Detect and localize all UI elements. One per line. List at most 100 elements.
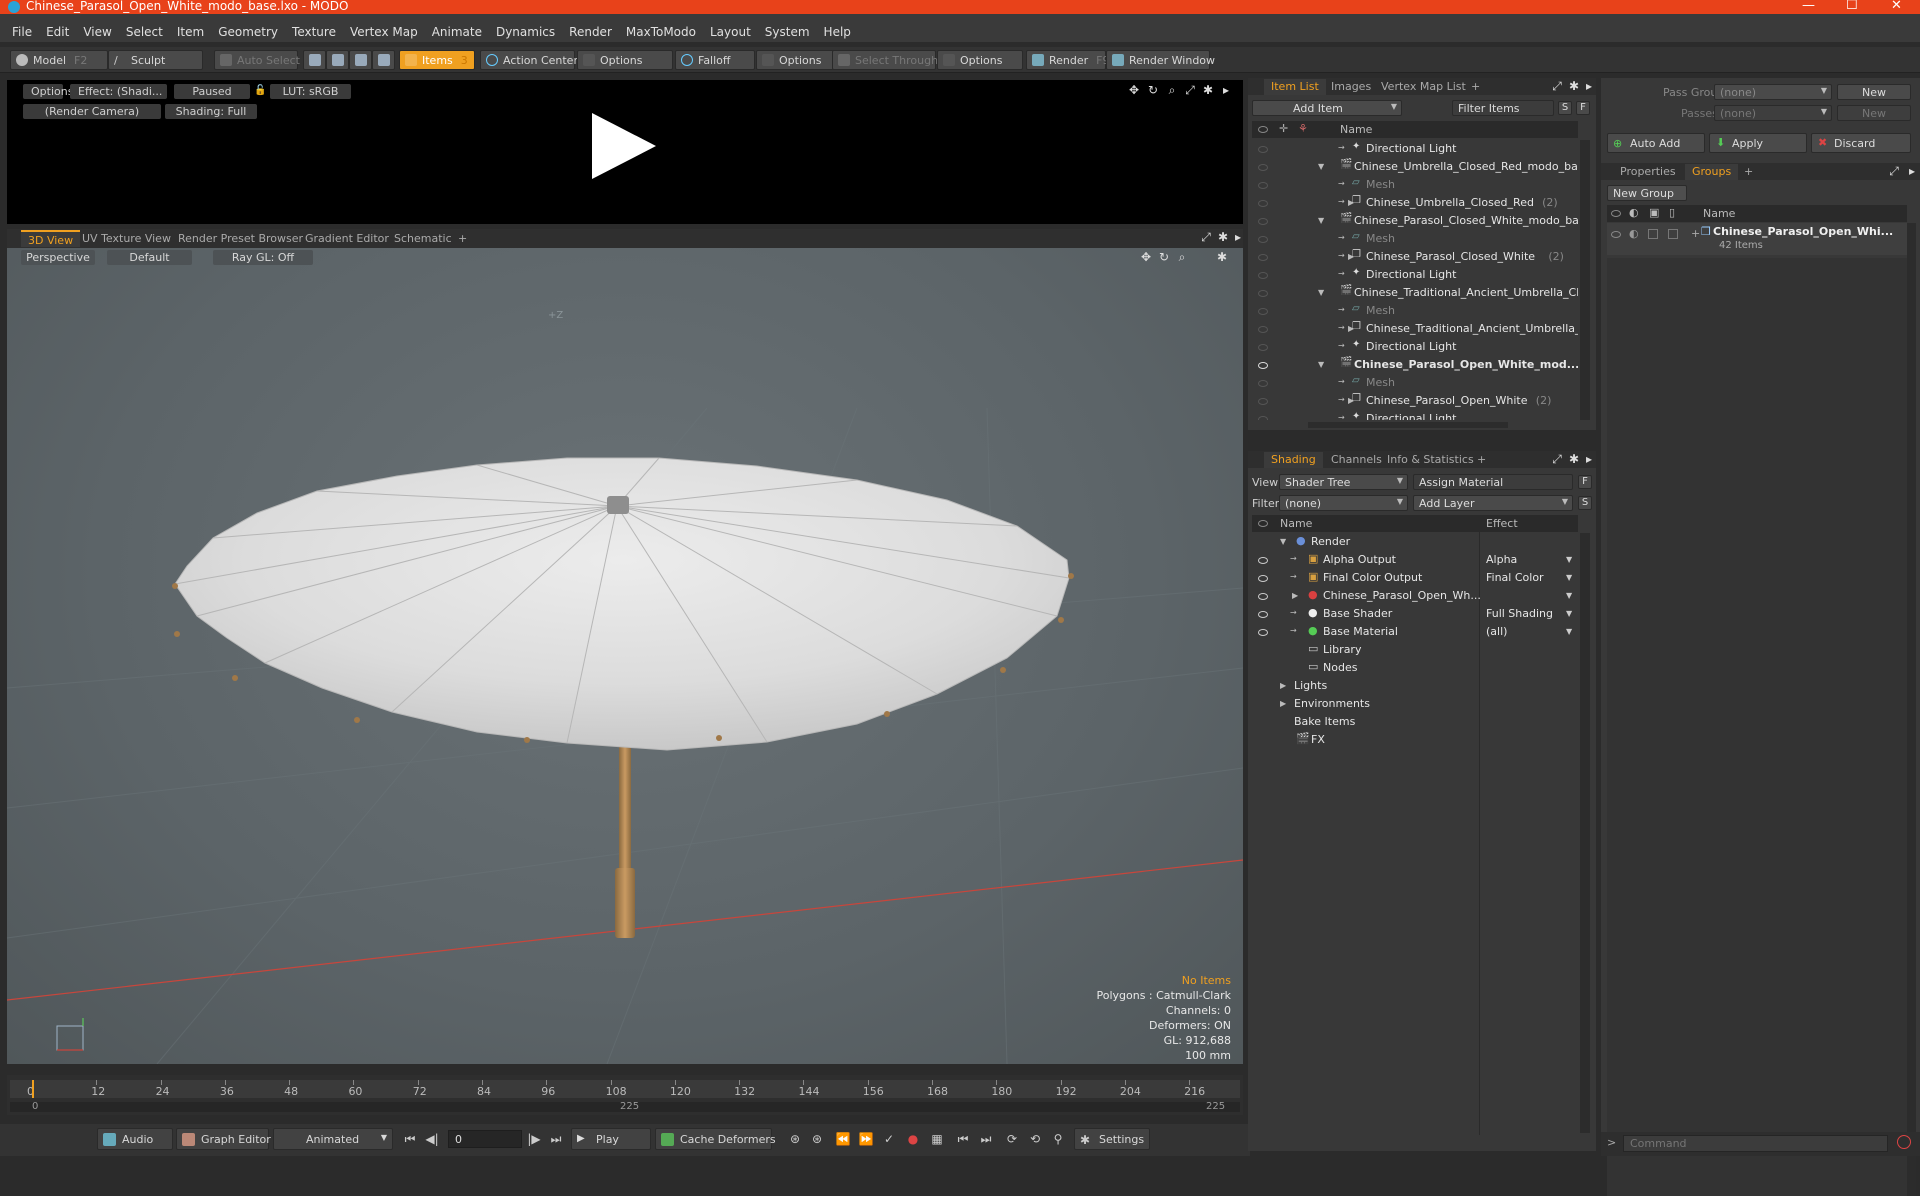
item-list-row[interactable]: → ▱ Mesh — [1252, 230, 1578, 248]
chevron-down-icon[interactable]: ▼ — [1566, 555, 1572, 564]
play-small-icon[interactable]: ▸ — [1582, 79, 1596, 93]
zoom-icon[interactable]: ⌕ — [1165, 83, 1179, 97]
visibility-icon[interactable] — [1258, 218, 1268, 225]
new-pass-group-button[interactable]: New — [1837, 84, 1911, 100]
perspective-dropdown[interactable]: Perspective — [21, 250, 95, 265]
visibility-icon[interactable] — [1258, 182, 1268, 189]
frame-input[interactable]: 0 — [448, 1130, 522, 1148]
animated-dropdown[interactable]: Animated ▼ — [273, 1128, 393, 1150]
item-list-row[interactable]: ▼ 🎬 Chinese_Parasol_Open_White_mod... — [1252, 356, 1578, 374]
preview-effect-dropdown[interactable]: Effect: (Shadi... — [70, 84, 167, 99]
prev-key-icon[interactable]: ⏪ — [835, 1132, 851, 1148]
visibility-icon[interactable] — [1611, 231, 1621, 238]
collapse-arrow-icon[interactable]: ▼ — [1318, 216, 1324, 225]
tab-groups[interactable]: Groups — [1685, 164, 1739, 180]
falloff-button[interactable]: Falloff — [675, 50, 755, 70]
graph-editor-button[interactable]: Graph Editor — [176, 1128, 271, 1150]
tab-uv-texture-view[interactable]: UV Texture View — [75, 230, 178, 247]
collapse-arrow-icon[interactable]: ▼ — [1318, 162, 1324, 171]
auto-add-button[interactable]: ⊕ Auto Add — [1607, 133, 1705, 153]
menu-texture[interactable]: Texture — [285, 22, 343, 42]
filter-s-button[interactable]: S — [1558, 101, 1572, 115]
add-layer-dropdown[interactable]: Add Layer ▼ — [1413, 495, 1573, 511]
item-list-hscrollbar[interactable] — [1308, 422, 1508, 428]
key-options-icon[interactable]: ▦ — [929, 1132, 945, 1148]
shader-tree-row[interactable]: 🎬 FX — [1252, 731, 1578, 749]
action-center-options-button[interactable]: Options — [577, 50, 673, 70]
item-list-row[interactable]: ▼ 🎬 Chinese_Traditional_Ancient_Umbrella_C… — [1252, 284, 1578, 302]
render-button[interactable]: Render F9 — [1026, 50, 1110, 70]
visibility-icon[interactable] — [1258, 611, 1268, 618]
falloff-options-button[interactable]: Options — [756, 50, 834, 70]
visibility-icon[interactable] — [1258, 164, 1268, 171]
expand-icon[interactable]: ⤢ — [1550, 79, 1564, 93]
expand-arrow-icon[interactable]: ▶ — [1292, 591, 1298, 600]
settings-button[interactable]: ✱ Settings — [1074, 1128, 1150, 1150]
gear-icon[interactable]: ✱ — [1216, 230, 1230, 244]
gear-icon[interactable]: ✱ — [1201, 83, 1215, 97]
view-dropdown[interactable]: Shader Tree ▼ — [1279, 474, 1408, 490]
3d-viewport[interactable]: +Z Perspective Default Ray GL: Off ✥ ↻ ⌕… — [7, 248, 1243, 1064]
sync-icon[interactable]: ⟲ — [1027, 1132, 1043, 1148]
chevron-down-icon[interactable]: ▼ — [1566, 627, 1572, 636]
visibility-icon[interactable] — [1258, 290, 1268, 297]
visibility-icon[interactable] — [1258, 236, 1268, 243]
model-mode-button[interactable]: Model F2 — [10, 50, 108, 70]
select-materials-button[interactable] — [372, 50, 395, 70]
play-small-icon[interactable]: ▸ — [1231, 230, 1245, 244]
menu-edit[interactable]: Edit — [39, 22, 76, 42]
go-start-icon[interactable]: ⏮ — [402, 1132, 418, 1148]
menu-render[interactable]: Render — [562, 22, 619, 42]
chevron-down-icon[interactable]: ▼ — [1566, 609, 1572, 618]
visibility-icon[interactable] — [1258, 326, 1268, 333]
shader-tree-row[interactable]: → ● Base Shader Full Shading ▼ — [1252, 605, 1578, 623]
item-list-row[interactable]: → ▱ Mesh — [1252, 374, 1578, 392]
tab-schematic[interactable]: Schematic — [387, 230, 459, 247]
select-through-button[interactable]: Select Through — [832, 50, 938, 70]
shading-dropdown[interactable]: Shading: Full — [165, 104, 257, 119]
new-group-button[interactable]: New Group — [1607, 185, 1687, 201]
action-center-button[interactable]: Action Center — [480, 50, 578, 70]
tab-images[interactable]: Images — [1324, 79, 1378, 95]
select-toggle[interactable] — [1668, 229, 1678, 239]
step-back-icon[interactable]: ◀| — [424, 1132, 440, 1148]
item-list-row[interactable]: → ✦ Directional Light — [1252, 338, 1578, 356]
select-edges-button[interactable] — [326, 50, 349, 70]
visibility-icon[interactable] — [1258, 380, 1268, 387]
rotate-icon[interactable]: ↻ — [1146, 83, 1160, 97]
visibility-icon[interactable] — [1258, 629, 1268, 636]
menu-geometry[interactable]: Geometry — [211, 22, 285, 42]
layer-effect[interactable]: Final Color — [1486, 571, 1544, 584]
layer-effect[interactable]: Full Shading — [1486, 607, 1553, 620]
collapse-arrow-icon[interactable]: ▼ — [1318, 360, 1324, 369]
prev-range-icon[interactable]: ⏮ — [955, 1132, 971, 1148]
play-icon[interactable] — [592, 113, 656, 179]
shader-tree-scrollbar[interactable] — [1580, 533, 1590, 1133]
render-toggle-icon[interactable]: ◐ — [1629, 227, 1639, 240]
menu-file[interactable]: File — [5, 22, 39, 42]
menu-help[interactable]: Help — [817, 22, 858, 42]
step-forward-icon[interactable]: |▶ — [526, 1132, 542, 1148]
tab-render-preset-browser[interactable]: Render Preset Browser — [171, 230, 310, 247]
lock-toggle[interactable] — [1648, 229, 1658, 239]
render-preview[interactable]: Options Effect: (Shadi... Paused 🔓 LUT: … — [7, 80, 1243, 224]
render-camera-dropdown[interactable]: (Render Camera) — [23, 104, 161, 119]
add-tab-button[interactable]: + — [1464, 79, 1487, 95]
menu-view[interactable]: View — [76, 22, 118, 42]
menu-select[interactable]: Select — [119, 22, 170, 42]
select-polygons-button[interactable] — [349, 50, 372, 70]
menu-system[interactable]: System — [758, 22, 817, 42]
select-through-options-button[interactable]: Options — [937, 50, 1023, 70]
shader-tree-row[interactable]: ▶ ● Chinese_Parasol_Open_Wh... ▼ — [1252, 587, 1578, 605]
visibility-icon[interactable] — [1258, 398, 1268, 405]
menu-item[interactable]: Item — [170, 22, 211, 42]
timeline[interactable]: 0 12 24 36 48 60 72 84 96 108 120 132 144 156 168 180 19… — [7, 1075, 1243, 1115]
key-icon[interactable]: ⊛ — [787, 1132, 803, 1148]
shader-tree-row[interactable]: Bake Items — [1252, 713, 1578, 731]
expand-arrow-icon[interactable]: ▶ — [1280, 681, 1286, 690]
item-list-row[interactable]: → ▱ Mesh — [1252, 302, 1578, 320]
groups-scrollbar[interactable] — [1907, 223, 1916, 1196]
filter-keys-icon[interactable]: ⚲ — [1050, 1132, 1066, 1148]
shader-tree-row[interactable]: ▶ Lights — [1252, 677, 1578, 695]
play-small-icon[interactable]: ▸ — [1905, 164, 1919, 178]
